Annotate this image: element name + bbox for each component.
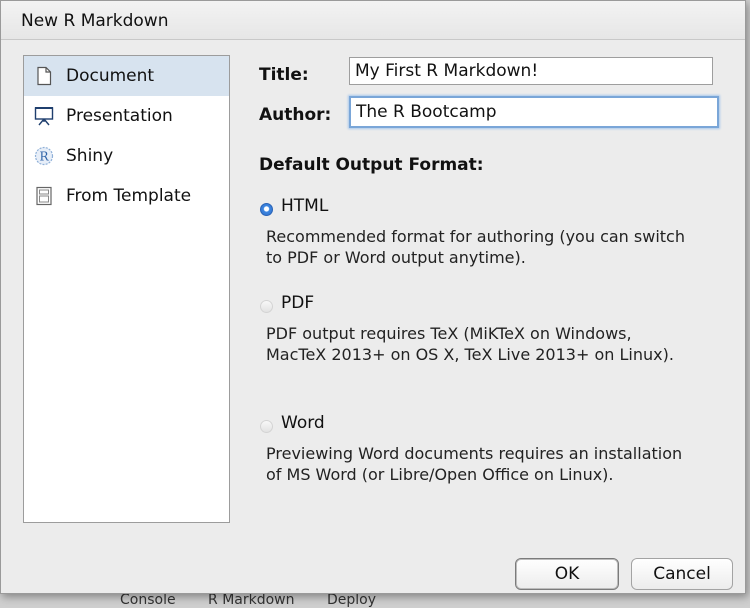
radio-word[interactable] <box>260 420 273 433</box>
document-icon <box>34 66 54 86</box>
document-type-sidebar: Document Presentation R Shiny From Templ… <box>23 55 230 523</box>
sidebar-item-document[interactable]: Document <box>24 56 229 96</box>
author-label: Author: <box>259 105 332 125</box>
sidebar-item-shiny[interactable]: R Shiny <box>24 136 229 176</box>
option-label-html[interactable]: HTML <box>281 196 328 216</box>
option-description-pdf: PDF output requires TeX (MiKTeX on Windo… <box>266 324 674 364</box>
option-description-word: Previewing Word documents requires an in… <box>266 444 683 484</box>
title-label: Title: <box>259 65 309 85</box>
background-window-tabs: Console R Markdown Deploy <box>120 592 520 608</box>
option-label-word[interactable]: Word <box>281 413 325 433</box>
sidebar-item-presentation[interactable]: Presentation <box>24 96 229 136</box>
radio-pdf[interactable] <box>260 300 273 313</box>
sidebar-item-label: Shiny <box>66 146 114 166</box>
radio-html[interactable] <box>260 203 273 216</box>
cancel-button[interactable]: Cancel <box>631 558 733 590</box>
new-r-markdown-dialog: New R Markdown Document Presentation R S… <box>0 0 746 594</box>
title-input[interactable] <box>349 57 713 85</box>
template-icon <box>34 186 54 206</box>
dialog-titlebar[interactable]: New R Markdown <box>1 1 745 40</box>
ok-button[interactable]: OK <box>515 558 619 590</box>
sidebar-item-from-template[interactable]: From Template <box>24 176 229 216</box>
option-description-html: Recommended format for authoring (you ca… <box>266 227 685 267</box>
author-input[interactable] <box>349 96 719 128</box>
output-format-heading: Default Output Format: <box>259 155 484 175</box>
sidebar-item-label: Presentation <box>66 106 173 126</box>
svg-text:R: R <box>39 150 49 164</box>
option-label-pdf[interactable]: PDF <box>281 293 314 313</box>
dialog-title: New R Markdown <box>21 11 169 31</box>
sidebar-item-label: Document <box>66 66 155 86</box>
shiny-r-icon: R <box>34 146 54 166</box>
presentation-easel-icon <box>34 106 54 126</box>
sidebar-item-label: From Template <box>66 186 192 206</box>
